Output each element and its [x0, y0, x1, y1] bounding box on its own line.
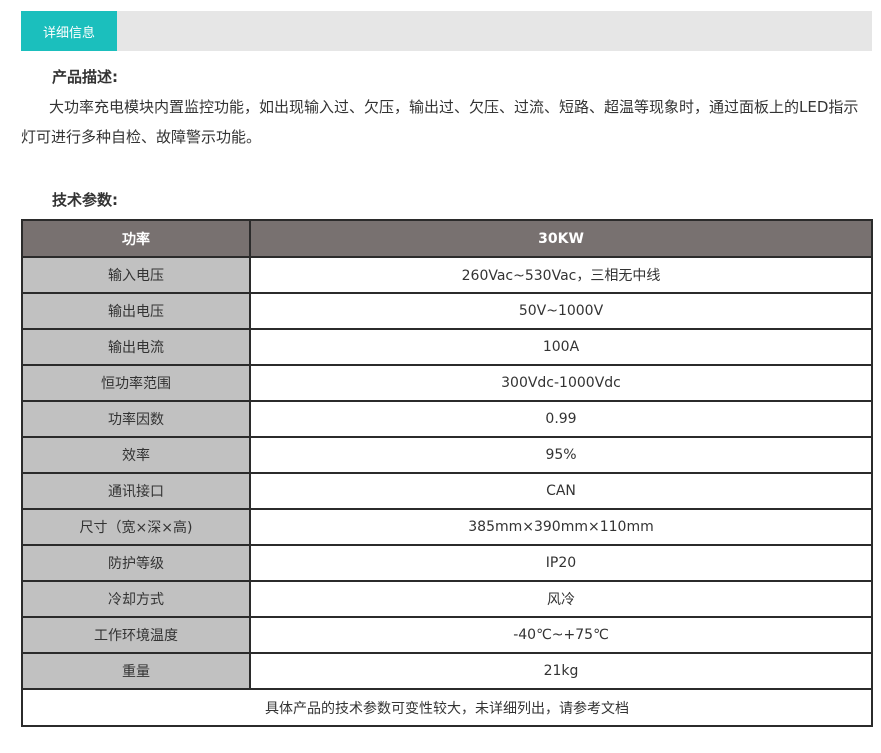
spec-value: IP20: [249, 544, 873, 582]
table-header-row: 功率 30KW: [21, 219, 873, 258]
table-row: 通讯接口 CAN: [21, 472, 873, 510]
table-row: 效率 95%: [21, 436, 873, 474]
table-row: 恒功率范围 300Vdc-1000Vdc: [21, 364, 873, 402]
tab-bar: 详细信息: [21, 11, 872, 51]
spec-label: 重量: [21, 652, 251, 690]
spec-label: 功率因数: [21, 400, 251, 438]
table-row: 尺寸（宽×深×高) 385mm×390mm×110mm: [21, 508, 873, 546]
table-row: 冷却方式 风冷: [21, 580, 873, 618]
spec-value: 260Vac~530Vac，三相无中线: [249, 256, 873, 294]
spec-value: 0.99: [249, 400, 873, 438]
header-value: 30KW: [249, 219, 873, 258]
spec-label: 工作环境温度: [21, 616, 251, 654]
spec-label: 防护等级: [21, 544, 251, 582]
table-row: 输出电流 100A: [21, 328, 873, 366]
spec-value: 21kg: [249, 652, 873, 690]
tab-details[interactable]: 详细信息: [21, 11, 117, 51]
spec-value: 风冷: [249, 580, 873, 618]
spec-value: 50V~1000V: [249, 292, 873, 330]
spec-label: 恒功率范围: [21, 364, 251, 402]
spec-value: 100A: [249, 328, 873, 366]
spec-value: 95%: [249, 436, 873, 474]
table-row: 工作环境温度 -40℃~+75℃: [21, 616, 873, 654]
spec-value: -40℃~+75℃: [249, 616, 873, 654]
spec-label: 尺寸（宽×深×高): [21, 508, 251, 546]
table-footnote-row: 具体产品的技术参数可变性较大，未详细列出，请参考文档: [21, 688, 873, 727]
header-label: 功率: [21, 219, 251, 258]
table-row: 输入电压 260Vac~530Vac，三相无中线: [21, 256, 873, 294]
spec-label: 输入电压: [21, 256, 251, 294]
spec-value: 385mm×390mm×110mm: [249, 508, 873, 546]
table-row: 重量 21kg: [21, 652, 873, 690]
spec-value: CAN: [249, 472, 873, 510]
spec-label: 输出电压: [21, 292, 251, 330]
spec-label: 通讯接口: [21, 472, 251, 510]
description-text: 大功率充电模块内置监控功能，如出现输入过、欠压，输出过、欠压、过流、短路、超温等…: [21, 98, 859, 146]
description-heading: 产品描述:: [52, 68, 118, 86]
specs-heading: 技术参数:: [52, 191, 118, 209]
spec-label: 冷却方式: [21, 580, 251, 618]
table-row: 输出电压 50V~1000V: [21, 292, 873, 330]
spec-label: 效率: [21, 436, 251, 474]
specs-table: 功率 30KW 输入电压 260Vac~530Vac，三相无中线 输出电压 50V~…: [21, 219, 873, 727]
table-row: 功率因数 0.99: [21, 400, 873, 438]
table-row: 防护等级 IP20: [21, 544, 873, 582]
table-footnote: 具体产品的技术参数可变性较大，未详细列出，请参考文档: [21, 688, 873, 727]
spec-label: 输出电流: [21, 328, 251, 366]
spec-value: 300Vdc-1000Vdc: [249, 364, 873, 402]
